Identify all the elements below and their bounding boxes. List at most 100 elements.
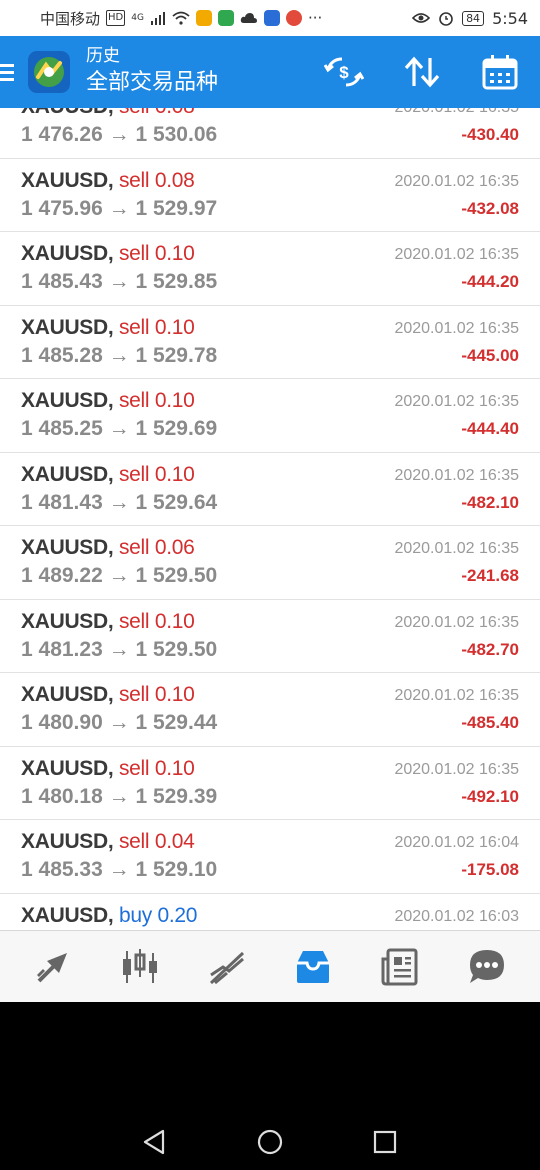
trade-row[interactable]: XAUUSD, sell 0.10 1 485.28 → 1 529.78 2020… (0, 306, 540, 379)
arrow-icon: → (108, 343, 130, 367)
alarm-icon (439, 12, 453, 26)
app-logo[interactable] (28, 51, 70, 93)
close-price: 1 529.10 (135, 858, 218, 881)
trade-side: sell (119, 108, 150, 118)
symbol: XAUUSD, (21, 168, 114, 192)
menu-icon[interactable] (0, 36, 26, 108)
battery-indicator: 84 (462, 10, 485, 26)
close-price: 1 529.85 (135, 270, 218, 293)
trade-icon[interactable] (197, 937, 257, 997)
trade-row[interactable]: XAUUSD, sell 0.06 1 489.22 → 1 529.50 2020… (0, 526, 540, 600)
open-price: 1 480.18 (21, 784, 103, 808)
trade-prices: 1 480.90 → 1 529.44 (21, 711, 217, 735)
trade-side: sell (118, 609, 150, 633)
trade-volume: 0.10 (154, 315, 195, 339)
trade-profit: -432.08 (461, 198, 519, 218)
news-icon[interactable] (370, 937, 430, 997)
trade-time: 2020.01.02 16:35 (394, 613, 519, 631)
trade-time: 2020.01.02 16:35 (394, 466, 519, 484)
trade-title: XAUUSD, sell 0.06 (21, 536, 195, 560)
trade-time: 2020.01.02 16:03 (394, 907, 519, 925)
recent-apps-icon[interactable] (370, 1127, 400, 1157)
symbol: XAUUSD, (21, 242, 114, 265)
open-price: 1 485.28 (21, 343, 103, 367)
close-price: 1 529.78 (135, 343, 218, 367)
arrow-icon: → (108, 637, 130, 661)
trade-volume: 0.04 (154, 830, 195, 853)
app-notification-icon (285, 10, 302, 26)
open-price: 1 489.22 (21, 564, 103, 587)
trade-volume: 0.06 (154, 536, 195, 559)
trade-title: XAUUSD, sell 0.08 (21, 169, 195, 193)
trade-time: 2020.01.02 16:35 (394, 108, 519, 117)
close-price: 1 529.64 (135, 490, 218, 514)
system-navigation-bar (0, 1002, 540, 1170)
trade-row[interactable]: XAUUSD, sell 0.10 1 481.43 → 1 529.64 2020… (0, 453, 540, 526)
trade-title: XAUUSD, sell 0.10 (21, 242, 195, 266)
page-title[interactable]: 全部交易品种 (86, 67, 324, 99)
trade-profit: -241.68 (461, 566, 519, 585)
trade-row[interactable]: XAUUSD, buy 0.20 → 2020.01.02 16:03 (0, 894, 540, 931)
trade-side: sell (118, 683, 150, 706)
trade-profit: -482.10 (461, 492, 519, 512)
trade-side: sell (118, 389, 150, 412)
status-bar: 中国移动 HD 4G ··· 84 5:54 (0, 0, 540, 36)
app-notification-icon (263, 10, 280, 26)
trade-volume: 0.10 (154, 756, 195, 780)
trade-profit: -485.40 (461, 713, 519, 732)
close-price: 1 529.50 (135, 637, 218, 661)
trade-history-list[interactable]: XAUUSD, sell 0.08 1 476.26 → 1 530.06 2020… (0, 108, 540, 930)
calendar-icon[interactable] (480, 52, 520, 92)
chart-candles-icon[interactable] (110, 937, 170, 997)
open-price: 1 475.96 (21, 196, 103, 220)
trade-profit: -482.70 (461, 639, 519, 659)
open-price: 1 481.43 (21, 490, 103, 514)
quotes-icon[interactable] (23, 937, 83, 997)
trade-row[interactable]: XAUUSD, sell 0.08 1 476.26 → 1 530.06 2020… (0, 108, 540, 159)
sort-icon[interactable] (402, 52, 442, 92)
trade-side: buy (118, 903, 152, 927)
back-icon[interactable] (140, 1127, 170, 1157)
trade-row[interactable]: XAUUSD, sell 0.10 1 480.90 → 1 529.44 2020… (0, 673, 540, 747)
trade-side: sell (118, 168, 150, 192)
arrow-icon: → (108, 123, 130, 146)
chat-icon[interactable] (457, 937, 517, 997)
arrow-icon: → (108, 196, 130, 220)
arrow-icon: → (108, 490, 130, 514)
app-notification-icon (217, 10, 234, 26)
trade-title: XAUUSD, sell 0.04 (21, 830, 195, 854)
trade-row[interactable]: XAUUSD, sell 0.10 1 481.23 → 1 529.50 2020… (0, 600, 540, 673)
close-price: 1 529.50 (135, 564, 218, 587)
carrier-label: 中国移动 (40, 9, 101, 28)
trade-time: 2020.01.02 16:04 (394, 834, 519, 851)
symbol: XAUUSD, (21, 108, 114, 118)
trade-prices: 1 480.18 → 1 529.39 (21, 785, 217, 809)
trade-profit: -444.40 (461, 419, 519, 438)
symbol: XAUUSD, (21, 462, 114, 486)
trade-side: sell (118, 830, 150, 853)
trade-row[interactable]: XAUUSD, sell 0.08 1 475.96 → 1 529.97 2020… (0, 159, 540, 232)
trade-row[interactable]: XAUUSD, sell 0.10 1 485.25 → 1 529.69 2020… (0, 379, 540, 453)
trade-volume: 0.10 (154, 609, 195, 633)
arrow-icon: → (108, 417, 130, 440)
trade-row[interactable]: XAUUSD, sell 0.10 1 480.18 → 1 529.39 2020… (0, 747, 540, 820)
trade-time: 2020.01.02 16:35 (394, 760, 519, 778)
trade-row[interactable]: XAUUSD, sell 0.04 1 485.33 → 1 529.10 2020… (0, 820, 540, 894)
trade-side: sell (118, 536, 150, 559)
close-price: 1 529.44 (135, 711, 218, 734)
trade-prices: 1 485.33 → 1 529.10 (21, 858, 217, 882)
home-icon[interactable] (255, 1127, 285, 1157)
trade-profit: -175.08 (461, 860, 519, 879)
trade-profit: -445.00 (461, 345, 519, 365)
trade-row[interactable]: XAUUSD, sell 0.10 1 485.43 → 1 529.85 2020… (0, 232, 540, 306)
close-price: 1 529.69 (135, 417, 218, 440)
trade-title: XAUUSD, sell 0.10 (21, 757, 195, 781)
trade-prices: 1 476.26 → 1 530.06 (21, 123, 217, 147)
trade-title: XAUUSD, sell 0.10 (21, 683, 195, 707)
open-price: 1 476.26 (21, 123, 103, 146)
arrow-icon: → (108, 711, 130, 734)
currency-exchange-icon[interactable]: $ (324, 52, 364, 92)
arrow-icon: → (108, 784, 130, 808)
trade-prices: 1 485.28 → 1 529.78 (21, 344, 217, 368)
history-icon[interactable] (283, 937, 343, 997)
